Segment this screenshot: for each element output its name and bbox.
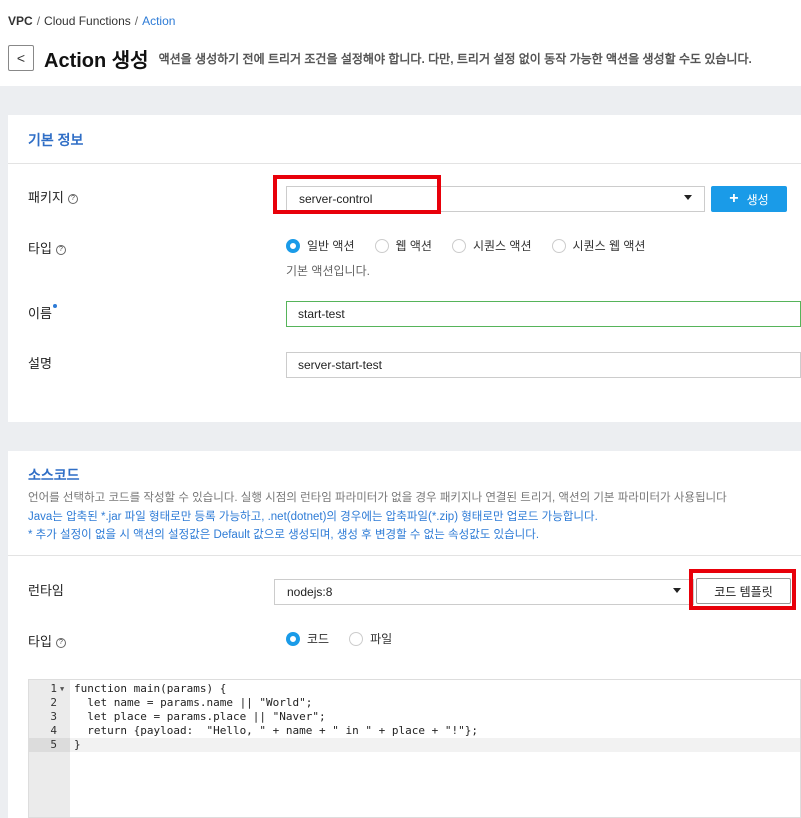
name-label-text: 이름 bbox=[28, 306, 52, 321]
runtime-label: 런타임 bbox=[28, 583, 64, 598]
required-indicator bbox=[52, 304, 57, 308]
radio-label: 웹 액션 bbox=[395, 239, 432, 253]
description-input[interactable]: server-start-test bbox=[286, 352, 801, 378]
breadcrumb-separator: / bbox=[36, 14, 41, 28]
radio-unchecked-icon bbox=[451, 238, 466, 253]
code-line-active[interactable]: 5 } bbox=[29, 738, 800, 752]
source-description-2: Java는 압축된 *.jar 파일 형태로만 등록 가능하고, .net(do… bbox=[28, 511, 598, 523]
code-line[interactable]: 2 let name = params.name || "World"; bbox=[29, 696, 800, 710]
package-label: 패키지? bbox=[28, 187, 78, 206]
radio-label: 일반 액션 bbox=[307, 239, 355, 253]
code-line[interactable]: 4 return {payload: "Hello, " + name + " … bbox=[29, 724, 800, 738]
divider bbox=[8, 163, 801, 164]
breadcrumb-current[interactable]: Action bbox=[142, 14, 175, 28]
radio-sequence-web-action[interactable]: 시퀀스 웹 액션 bbox=[551, 237, 646, 254]
radio-label: 시퀀스 웹 액션 bbox=[572, 239, 646, 253]
name-label: 이름 bbox=[28, 303, 57, 322]
radio-file[interactable]: 파일 bbox=[349, 630, 392, 647]
code-line[interactable]: 1 ▼ function main(params) { bbox=[29, 682, 800, 696]
line-number: 3 bbox=[50, 710, 57, 723]
action-type-radio-group: 일반 액션 웹 액션 시퀀스 액션 시퀀스 웹 액션 bbox=[286, 237, 665, 254]
code-text: function main(params) { bbox=[74, 682, 227, 695]
radio-code[interactable]: 코드 bbox=[286, 630, 329, 647]
runtime-select[interactable]: nodejs:8 bbox=[274, 579, 694, 605]
divider bbox=[8, 555, 801, 556]
radio-normal-action[interactable]: 일반 액션 bbox=[286, 237, 355, 254]
source-description-1: 언어를 선택하고 코드를 작성할 수 있습니다. 실행 시점의 런타임 파라미터… bbox=[28, 492, 727, 504]
source-code-title: 소스코드 bbox=[28, 467, 80, 483]
breadcrumb-vpc[interactable]: VPC bbox=[8, 14, 33, 28]
code-text: let place = params.place || "Naver"; bbox=[74, 710, 326, 723]
radio-unchecked-icon bbox=[551, 238, 566, 253]
page-description: 액션을 생성하기 전에 트리거 조건을 설정해야 합니다. 다만, 트리거 설정… bbox=[158, 51, 752, 66]
plus-icon: + bbox=[729, 190, 739, 207]
type-label: 타입? bbox=[28, 238, 66, 257]
radio-unchecked-icon bbox=[374, 238, 389, 253]
fold-arrow-icon[interactable]: ▼ bbox=[60, 682, 64, 696]
create-package-button[interactable]: + 생성 bbox=[711, 186, 787, 212]
code-editor[interactable]: 1 ▼ function main(params) { 2 let name =… bbox=[28, 679, 801, 818]
source-type-radio-group: 코드 파일 bbox=[286, 630, 412, 647]
chevron-down-icon bbox=[684, 195, 692, 200]
code-text: let name = params.name || "World"; bbox=[74, 696, 313, 709]
breadcrumb-separator: / bbox=[134, 14, 139, 28]
help-icon[interactable]: ? bbox=[67, 193, 78, 204]
code-line[interactable]: 3 let place = params.place || "Naver"; bbox=[29, 710, 800, 724]
basic-info-panel: 기본 정보 패키지? server-control + 생성 타입? 일반 액션 … bbox=[8, 115, 801, 422]
chevron-left-icon: < bbox=[16, 50, 26, 66]
type-label-text: 타입 bbox=[28, 241, 52, 256]
radio-label: 코드 bbox=[307, 632, 330, 646]
chevron-down-icon bbox=[673, 588, 681, 593]
name-input[interactable]: start-test bbox=[286, 301, 801, 327]
basic-info-title: 기본 정보 bbox=[28, 132, 84, 148]
page-header: < Action 생성 액션을 생성하기 전에 트리거 조건을 설정해야 합니다… bbox=[8, 44, 752, 72]
radio-web-action[interactable]: 웹 액션 bbox=[374, 237, 432, 254]
code-text: return {payload: "Hello, " + name + " in… bbox=[74, 724, 478, 737]
create-package-button-label: 생성 bbox=[746, 192, 769, 207]
help-icon[interactable]: ? bbox=[55, 244, 66, 255]
line-number: 2 bbox=[50, 696, 57, 709]
description-label: 설명 bbox=[28, 356, 52, 371]
source-description-3: * 추가 설정이 없을 시 액션의 설정값은 Default 값으로 생성되며,… bbox=[28, 529, 540, 541]
line-number: 1 bbox=[50, 682, 57, 695]
code-text: } bbox=[74, 738, 81, 751]
breadcrumb: VPC / Cloud Functions / Action bbox=[8, 14, 175, 28]
package-label-text: 패키지 bbox=[28, 190, 64, 205]
radio-checked-icon bbox=[286, 238, 300, 253]
source-type-label-text: 타입 bbox=[28, 634, 52, 649]
line-number: 5 bbox=[29, 738, 70, 752]
radio-checked-icon bbox=[286, 631, 300, 646]
type-hint: 기본 액션입니다. bbox=[286, 264, 370, 278]
highlight-box-package bbox=[273, 175, 441, 214]
radio-unchecked-icon bbox=[349, 631, 364, 646]
runtime-select-value: nodejs:8 bbox=[287, 585, 333, 599]
source-type-label: 타입? bbox=[28, 631, 66, 650]
radio-sequence-action[interactable]: 시퀀스 액션 bbox=[451, 237, 532, 254]
back-button[interactable]: < bbox=[8, 45, 34, 71]
page-title: Action 생성 bbox=[44, 49, 149, 72]
highlight-box-code-template bbox=[689, 569, 796, 610]
line-number: 4 bbox=[50, 724, 57, 737]
help-icon[interactable]: ? bbox=[55, 637, 66, 648]
radio-label: 파일 bbox=[370, 632, 393, 646]
breadcrumb-cloud-functions[interactable]: Cloud Functions bbox=[44, 14, 131, 28]
radio-label: 시퀀스 액션 bbox=[472, 239, 532, 253]
